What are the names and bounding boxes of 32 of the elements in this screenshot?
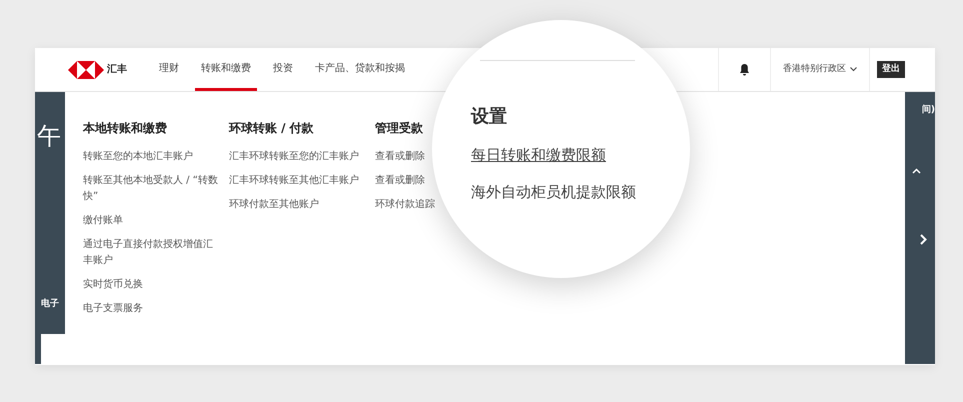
menu-link[interactable]: 转账至您的本地汇丰账户 bbox=[83, 149, 193, 165]
menu-link[interactable]: 电子支票服务 bbox=[83, 301, 143, 317]
menu-link[interactable]: 环球付款追踪 bbox=[375, 197, 435, 213]
menu-link[interactable]: 查看或删除 bbox=[375, 149, 425, 165]
menu-link[interactable]: 汇丰环球转账至您的汇丰账户 bbox=[229, 149, 359, 165]
menu-link[interactable]: 环球付款至其他账户 bbox=[229, 197, 319, 213]
chevron-right-icon[interactable] bbox=[920, 234, 927, 244]
logo-icon bbox=[68, 60, 104, 78]
menu-link[interactable]: 通过电子直接付款授权增值汇丰账户 bbox=[83, 237, 218, 269]
logo-text: 汇丰 bbox=[107, 62, 127, 77]
nav-tab[interactable]: 投资 bbox=[267, 48, 299, 91]
nav-tab[interactable]: 理财 bbox=[153, 48, 185, 91]
settings-link[interactable]: 每日转账和缴费限额 bbox=[471, 144, 606, 166]
settings-heading: 设置 bbox=[471, 105, 507, 129]
settings-link[interactable]: 海外自动柜员机提款限额 bbox=[471, 180, 636, 203]
hero-heading: 午 bbox=[37, 124, 62, 148]
chevron-up-icon[interactable] bbox=[912, 168, 921, 174]
logout-button[interactable]: 登出 bbox=[877, 60, 905, 78]
chevron-down-icon bbox=[850, 67, 857, 72]
nav-tab[interactable]: 卡产品、贷款和按揭 bbox=[309, 48, 411, 91]
bell-icon[interactable] bbox=[739, 64, 750, 76]
menu-heading: 管理受款 bbox=[375, 120, 424, 137]
menu-link[interactable]: 查看或删除 bbox=[375, 173, 425, 189]
hero-label: 电子 bbox=[41, 298, 60, 311]
hero-text: 间) bbox=[922, 104, 935, 117]
menu-link[interactable]: 缴付账单 bbox=[83, 213, 123, 229]
menu-heading: 本地转账和缴费 bbox=[83, 120, 168, 137]
menu-link[interactable]: 实时货币兑换 bbox=[83, 277, 143, 293]
region-selector[interactable]: 香港特别行政区 bbox=[771, 62, 869, 76]
menu-heading: 环球转账 / 付款 bbox=[229, 120, 315, 137]
menu-link[interactable]: 汇丰环球转账至其他汇丰账户 bbox=[229, 173, 359, 189]
menu-link[interactable]: 转账至其他本地受款人 / “转数快” bbox=[83, 173, 218, 205]
